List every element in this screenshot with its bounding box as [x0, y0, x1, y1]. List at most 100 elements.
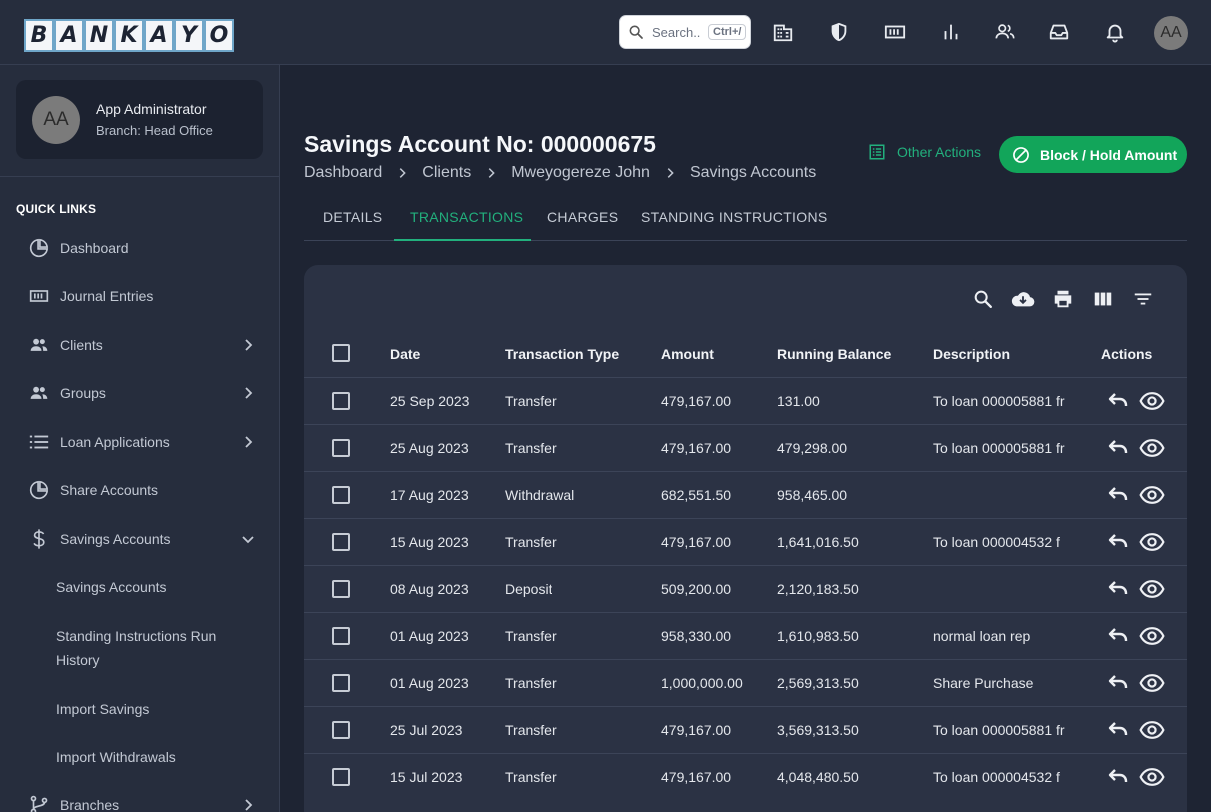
undo-icon[interactable]	[1105, 670, 1131, 696]
eye-icon[interactable]	[1139, 388, 1165, 414]
row-checkbox[interactable]	[332, 486, 350, 504]
column-header-date[interactable]: Date	[390, 346, 420, 362]
divider	[0, 176, 279, 177]
table-row[interactable]: 25 Sep 2023 Transfer 479,167.00 131.00 To lo…	[304, 377, 1187, 424]
table-row[interactable]: 01 Aug 2023 Transfer 1,000,000.00 2,569,313…	[304, 659, 1187, 706]
sidebar-item-loan-applications[interactable]: Loan Applications	[0, 422, 279, 462]
active-tab-indicator	[394, 239, 531, 241]
sidebar-item-branches[interactable]: Branches	[0, 785, 279, 812]
sidebar-item-journal-entries[interactable]: Journal Entries	[0, 276, 279, 316]
sidebar-item-groups[interactable]: Groups	[0, 373, 279, 413]
bar-chart-icon[interactable]	[939, 20, 963, 44]
cell-date: 08 Aug 2023	[390, 581, 469, 597]
user-branch: Branch: Head Office	[96, 123, 213, 138]
select-all-checkbox[interactable]	[332, 344, 350, 362]
breadcrumb-dashboard[interactable]: Dashboard	[304, 164, 382, 182]
cell-description: To loan 000004532 f	[933, 769, 1060, 785]
print-icon[interactable]	[1051, 287, 1075, 311]
bell-icon[interactable]	[1103, 20, 1127, 44]
office-building-icon[interactable]	[771, 20, 795, 44]
breadcrumb-savings-accounts[interactable]: Savings Accounts	[690, 164, 816, 182]
row-checkbox[interactable]	[332, 721, 350, 739]
shield-icon[interactable]	[827, 20, 851, 44]
row-checkbox[interactable]	[332, 533, 350, 551]
user-avatar[interactable]: AA	[1154, 16, 1188, 50]
eye-icon[interactable]	[1139, 764, 1165, 790]
tab-charges[interactable]: CHARGES	[547, 209, 618, 225]
table-row[interactable]: 15 Jul 2023 Transfer 479,167.00 4,048,480.5…	[304, 753, 1187, 800]
user-card[interactable]: AA App Administrator Branch: Head Office	[16, 80, 263, 159]
eye-icon[interactable]	[1139, 576, 1165, 602]
cell-transaction-type: Deposit	[505, 581, 553, 597]
breadcrumb-client-name[interactable]: Mweyogereze John	[511, 164, 650, 182]
row-checkbox[interactable]	[332, 674, 350, 692]
row-checkbox[interactable]	[332, 392, 350, 410]
tab-standing-instructions[interactable]: STANDING INSTRUCTIONS	[641, 209, 828, 225]
cell-description: To loan 000005881 fr	[933, 393, 1065, 409]
columns-icon[interactable]	[1091, 287, 1115, 311]
quick-links-heading: QUICK LINKS	[16, 202, 97, 216]
other-actions-button[interactable]: Other Actions	[868, 143, 981, 161]
eye-icon[interactable]	[1139, 435, 1165, 461]
sidebar-item-clients[interactable]: Clients	[0, 325, 279, 365]
chevron-right-icon	[240, 797, 256, 812]
tab-details[interactable]: DETAILS	[323, 209, 382, 225]
undo-icon[interactable]	[1105, 435, 1131, 461]
column-header-amount[interactable]: Amount	[661, 346, 714, 362]
sidebar-item-label: Loan Applications	[60, 434, 170, 450]
sidebar: AA App Administrator Branch: Head Office…	[0, 65, 280, 812]
search-icon[interactable]	[971, 287, 995, 311]
sidebar-item-dashboard[interactable]: Dashboard	[0, 228, 279, 268]
sidebar-subitem-savings-accounts[interactable]: Savings Accounts	[56, 575, 256, 599]
undo-icon[interactable]	[1105, 623, 1131, 649]
undo-icon[interactable]	[1105, 482, 1131, 508]
filter-icon[interactable]	[1131, 287, 1155, 311]
logo-letter: Y	[174, 19, 204, 52]
row-checkbox[interactable]	[332, 627, 350, 645]
cell-amount: 509,200.00	[661, 581, 732, 597]
cell-date: 01 Aug 2023	[390, 628, 469, 644]
eye-icon[interactable]	[1139, 529, 1165, 555]
eye-icon[interactable]	[1139, 670, 1165, 696]
sidebar-subitem-standing-instructions-run-history[interactable]: Standing Instructions Run History	[56, 624, 256, 672]
table-row[interactable]: 25 Jul 2023 Transfer 479,167.00 3,569,313.5…	[304, 706, 1187, 753]
cash-register-icon[interactable]	[883, 20, 907, 44]
chevron-down-icon	[240, 531, 256, 547]
row-checkbox[interactable]	[332, 768, 350, 786]
column-header-running-balance[interactable]: Running Balance	[777, 346, 891, 362]
table-row[interactable]: 15 Aug 2023 Transfer 479,167.00 1,641,016.5…	[304, 518, 1187, 565]
block-hold-amount-button[interactable]: Block / Hold Amount	[999, 136, 1187, 173]
table-row[interactable]: 25 Aug 2023 Transfer 479,167.00 479,298.00 T…	[304, 424, 1187, 471]
global-search[interactable]: Ctrl+/	[619, 15, 751, 49]
breadcrumb-clients[interactable]: Clients	[422, 164, 471, 182]
column-header-description[interactable]: Description	[933, 346, 1010, 362]
undo-icon[interactable]	[1105, 764, 1131, 790]
column-header-transaction-type[interactable]: Transaction Type	[505, 346, 619, 362]
sidebar-subitem-import-withdrawals[interactable]: Import Withdrawals	[56, 745, 256, 769]
cell-transaction-type: Transfer	[505, 769, 557, 785]
undo-icon[interactable]	[1105, 529, 1131, 555]
bankayo-logo[interactable]: B A N K A Y O	[24, 19, 234, 52]
sidebar-item-share-accounts[interactable]: Share Accounts	[0, 470, 279, 510]
sidebar-subitem-import-savings[interactable]: Import Savings	[56, 697, 256, 721]
search-input[interactable]	[652, 24, 706, 40]
inbox-icon[interactable]	[1047, 20, 1071, 44]
undo-icon[interactable]	[1105, 388, 1131, 414]
tab-transactions[interactable]: TRANSACTIONS	[410, 209, 523, 225]
users-icon[interactable]	[993, 20, 1017, 44]
cloud-download-icon[interactable]	[1011, 287, 1035, 311]
table-row[interactable]: 17 Aug 2023 Withdrawal 682,551.50 958,465.0…	[304, 471, 1187, 518]
undo-icon[interactable]	[1105, 576, 1131, 602]
table-row[interactable]: 08 Aug 2023 Deposit 509,200.00 2,120,183.50	[304, 565, 1187, 612]
eye-icon[interactable]	[1139, 717, 1165, 743]
eye-icon[interactable]	[1139, 482, 1165, 508]
cell-date: 15 Jul 2023	[390, 769, 463, 785]
sidebar-item-savings-accounts[interactable]: Savings Accounts	[0, 519, 279, 559]
row-checkbox[interactable]	[332, 439, 350, 457]
eye-icon[interactable]	[1139, 623, 1165, 649]
page-title: Savings Account No: 000000675	[304, 131, 656, 157]
cell-description: normal loan rep	[933, 628, 1031, 644]
table-row[interactable]: 01 Aug 2023 Transfer 958,330.00 1,610,983.5…	[304, 612, 1187, 659]
row-checkbox[interactable]	[332, 580, 350, 598]
undo-icon[interactable]	[1105, 717, 1131, 743]
